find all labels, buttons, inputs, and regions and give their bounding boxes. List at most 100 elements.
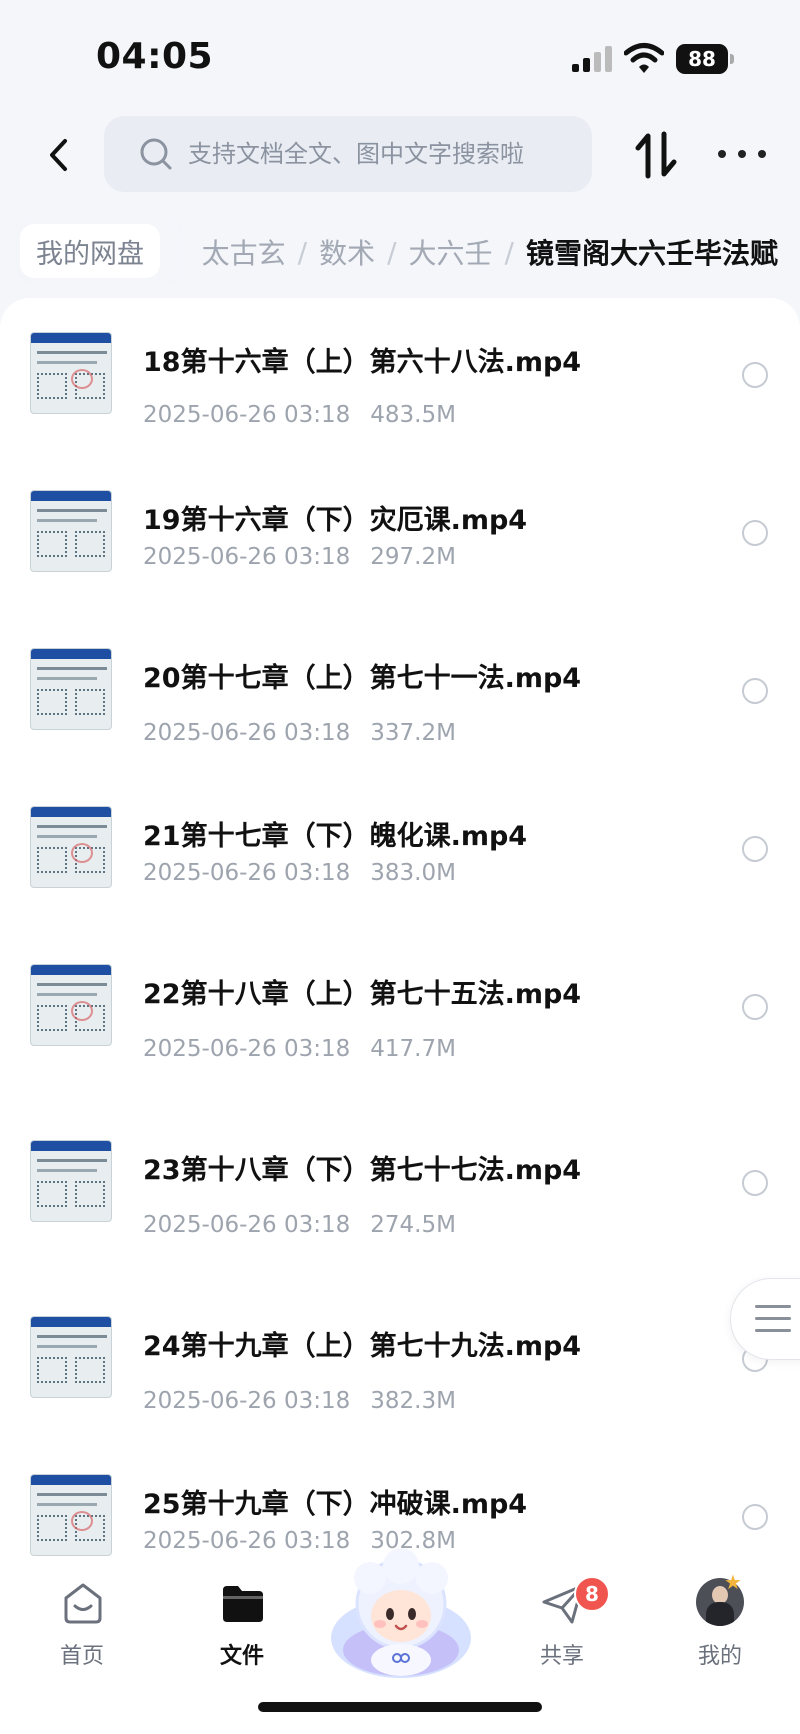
- tab-files[interactable]: 文件: [182, 1580, 302, 1680]
- menu-line-icon: [755, 1317, 791, 1320]
- file-size: 297.2M: [370, 544, 456, 570]
- tab-mine[interactable]: ★ 我的: [660, 1570, 780, 1680]
- breadcrumb-separator: /: [297, 235, 308, 269]
- video-thumbnail: [30, 332, 112, 414]
- file-name: 21第十七章（下）魄化课.mp4: [143, 821, 528, 852]
- file-name: 19第十六章（下）灾厄课.mp4: [143, 505, 528, 536]
- video-thumbnail: [30, 1140, 112, 1222]
- avatar-body: [706, 1602, 734, 1626]
- file-meta: 2025-06-26 03:18 417.7M: [143, 1036, 456, 1062]
- video-thumbnail: [30, 1474, 112, 1556]
- file-date: 2025-06-26 03:18: [143, 402, 351, 428]
- video-thumbnail: [30, 1316, 112, 1398]
- file-meta: 2025-06-26 03:18 337.2M: [143, 720, 456, 746]
- battery-level: 88: [676, 44, 728, 74]
- file-row[interactable]: 20第十七章（上）第七十一法.mp4 2025-06-26 03:18 337.2…: [0, 614, 800, 764]
- select-radio[interactable]: [742, 994, 768, 1020]
- sort-icon[interactable]: [632, 130, 680, 180]
- ai-assistant-mascot[interactable]: [322, 1542, 480, 1692]
- file-date: 2025-06-26 03:18: [143, 1528, 351, 1554]
- file-name: 18第十六章（上）第六十八法.mp4: [143, 347, 582, 378]
- more-button[interactable]: [718, 134, 766, 174]
- video-thumbnail: [30, 806, 112, 888]
- breadcrumb: 我的网盘 太古玄 / 数术 / 大六壬 / 镜雪阁大六壬毕法赋: [0, 218, 800, 284]
- breadcrumb-separator: /: [504, 235, 514, 269]
- breadcrumb-trail: 太古玄 / 数术 / 大六壬 / 镜雪阁大六壬毕法赋: [202, 232, 778, 272]
- file-size: 483.5M: [370, 402, 456, 428]
- tab-home[interactable]: 首页: [22, 1580, 142, 1680]
- file-row[interactable]: 25第十九章（下）冲破课.mp4 2025-06-26 03:18 302.8M: [0, 1440, 800, 1558]
- back-button[interactable]: [36, 130, 80, 180]
- battery-icon: 88: [676, 44, 734, 74]
- star-icon: ★: [724, 1570, 742, 1594]
- file-meta: 2025-06-26 03:18 274.5M: [143, 1212, 456, 1238]
- status-bar: 04:05 88: [0, 0, 800, 110]
- file-list: 18第十六章（上）第六十八法.mp4 2025-06-26 03:18 483.5…: [0, 298, 800, 1558]
- breadcrumb-item[interactable]: 数术: [319, 232, 375, 272]
- cellular-signal-icon: [572, 46, 612, 72]
- file-size: 417.7M: [370, 1036, 456, 1062]
- header: [0, 110, 800, 200]
- tab-mine-label: 我的: [697, 1644, 742, 1669]
- video-thumbnail: [30, 648, 112, 730]
- file-date: 2025-06-26 03:18: [143, 1036, 351, 1062]
- file-date: 2025-06-26 03:18: [143, 1212, 351, 1238]
- file-name: 24第十九章（上）第七十九法.mp4: [143, 1331, 582, 1362]
- file-name: 23第十八章（下）第七十七法.mp4: [143, 1155, 582, 1186]
- file-meta: 2025-06-26 03:18 483.5M: [143, 402, 456, 428]
- breadcrumb-root[interactable]: 我的网盘: [20, 224, 160, 278]
- screen: 04:05 88 支持文档全文、图中文字搜索啦 我的网盘 太古玄 / 数术 / …: [0, 0, 800, 1734]
- file-date: 2025-06-26 03:18: [143, 544, 351, 570]
- select-radio[interactable]: [742, 836, 768, 862]
- select-radio[interactable]: [742, 362, 768, 388]
- wifi-icon: [624, 43, 664, 73]
- file-meta: 2025-06-26 03:18 382.3M: [143, 1388, 456, 1414]
- select-radio[interactable]: [742, 1504, 768, 1530]
- home-icon: [64, 1583, 102, 1624]
- file-row[interactable]: 21第十七章（下）魄化课.mp4 2025-06-26 03:18 383.0M: [0, 772, 800, 922]
- file-row[interactable]: 23第十八章（下）第七十七法.mp4 2025-06-26 03:18 274.5…: [0, 1106, 800, 1256]
- share-badge: 8: [574, 1576, 610, 1612]
- menu-line-icon: [755, 1329, 791, 1332]
- file-name: 22第十八章（上）第七十五法.mp4: [143, 979, 582, 1010]
- status-time: 04:05: [96, 36, 214, 77]
- file-name: 25第十九章（下）冲破课.mp4: [143, 1489, 528, 1520]
- select-radio[interactable]: [742, 1170, 768, 1196]
- chevron-left-icon: [50, 139, 67, 171]
- breadcrumb-current: 镜雪阁大六壬毕法赋: [525, 237, 778, 270]
- home-indicator: [258, 1702, 542, 1712]
- file-name: 20第十七章（上）第七十一法.mp4: [143, 663, 582, 694]
- file-size: 274.5M: [370, 1212, 456, 1238]
- file-date: 2025-06-26 03:18: [143, 720, 351, 746]
- video-thumbnail: [30, 490, 112, 572]
- breadcrumb-separator: /: [387, 235, 397, 269]
- select-radio[interactable]: [742, 678, 768, 704]
- menu-line-icon: [755, 1305, 791, 1308]
- file-meta: 2025-06-26 03:18 383.0M: [143, 860, 456, 886]
- breadcrumb-item[interactable]: 太古玄: [202, 232, 286, 272]
- video-thumbnail: [30, 964, 112, 1046]
- file-row[interactable]: 19第十六章（下）灾厄课.mp4 2025-06-26 03:18 297.2M: [0, 456, 800, 606]
- file-row[interactable]: 22第十八章（上）第七十五法.mp4 2025-06-26 03:18 417.7…: [0, 930, 800, 1080]
- select-radio[interactable]: [742, 520, 768, 546]
- file-size: 382.3M: [370, 1388, 456, 1414]
- file-size: 383.0M: [370, 860, 456, 886]
- file-date: 2025-06-26 03:18: [143, 860, 351, 886]
- search-icon: [140, 138, 172, 170]
- tab-files-label: 文件: [219, 1644, 264, 1669]
- tab-share-label: 共享: [539, 1644, 584, 1669]
- more-dot-icon: [758, 150, 766, 158]
- tab-home-label: 首页: [59, 1644, 104, 1669]
- breadcrumb-item[interactable]: 大六壬: [409, 232, 493, 272]
- search-input[interactable]: [188, 140, 568, 168]
- file-date: 2025-06-26 03:18: [143, 1388, 351, 1414]
- more-dot-icon: [718, 150, 726, 158]
- file-row[interactable]: 18第十六章（上）第六十八法.mp4 2025-06-26 03:18 483.5…: [0, 298, 800, 448]
- file-row[interactable]: 24第十九章（上）第七十九法.mp4 2025-06-26 03:18 382.3…: [0, 1282, 800, 1432]
- folder-icon: [223, 1586, 263, 1622]
- more-dot-icon: [738, 150, 746, 158]
- file-size: 337.2M: [370, 720, 456, 746]
- search-box[interactable]: [104, 116, 592, 192]
- file-meta: 2025-06-26 03:18 297.2M: [143, 544, 456, 570]
- battery-tip: [730, 54, 734, 64]
